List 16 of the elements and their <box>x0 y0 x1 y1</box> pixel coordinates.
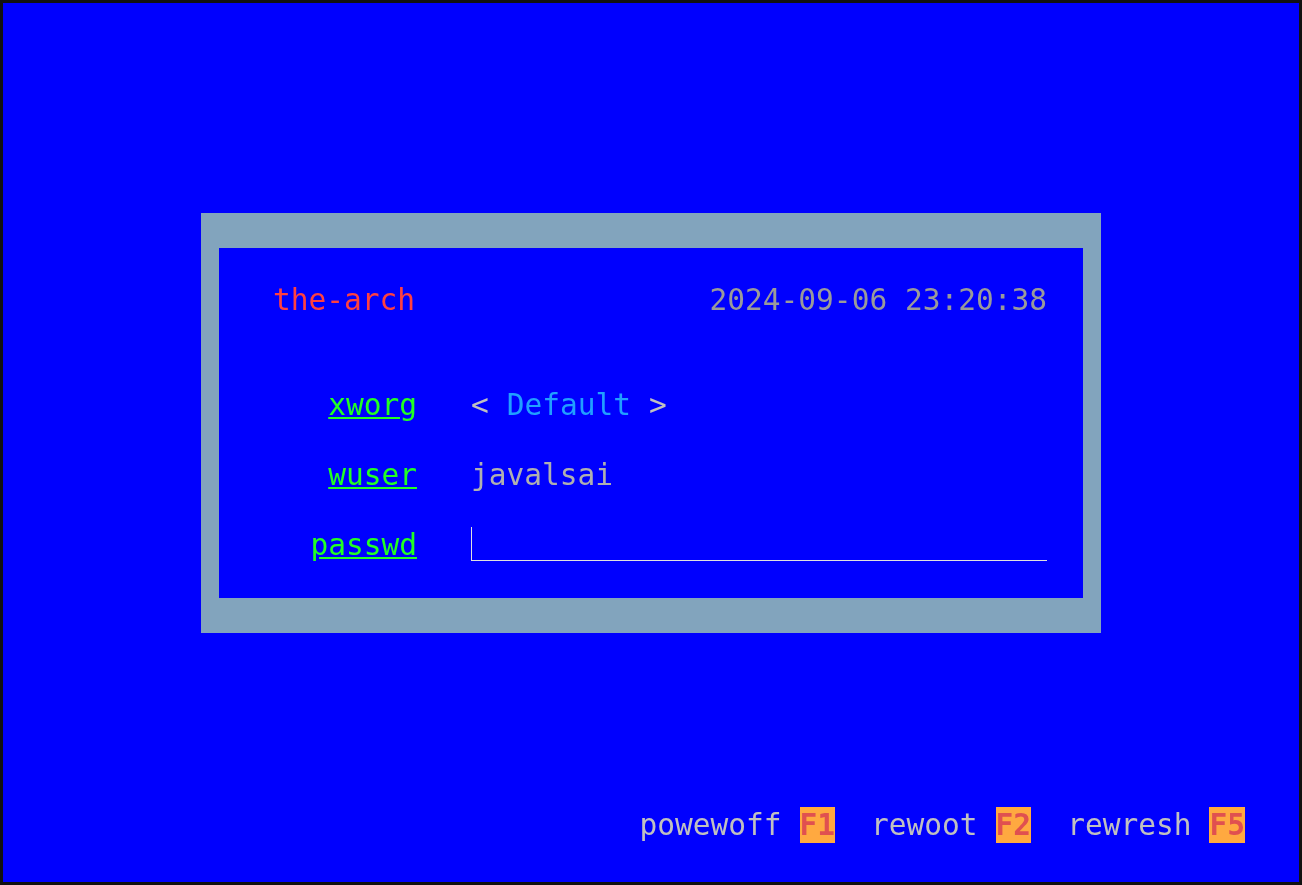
field-label: passwd <box>310 527 417 563</box>
datetime: 2024-09-06 23:20:38 <box>709 282 1047 318</box>
function-key[interactable]: F2 <box>995 807 1032 843</box>
session-selector[interactable]: Default <box>506 387 632 423</box>
hostname: the-arch <box>273 282 416 318</box>
password-field[interactable] <box>471 527 1047 561</box>
previous-option-button[interactable]: < <box>471 387 489 423</box>
username-value[interactable]: javalsai <box>471 457 614 493</box>
footer-action: powewoff <box>639 807 782 843</box>
function-key[interactable]: F5 <box>1209 807 1245 843</box>
field-label: xworg <box>328 387 417 423</box>
next-option-button[interactable]: > <box>649 387 667 423</box>
footer-action: rewresh <box>1067 807 1192 843</box>
footer-action: rewoot <box>871 807 978 843</box>
field-label: wuser <box>328 457 417 493</box>
function-key[interactable]: F1 <box>799 807 836 843</box>
